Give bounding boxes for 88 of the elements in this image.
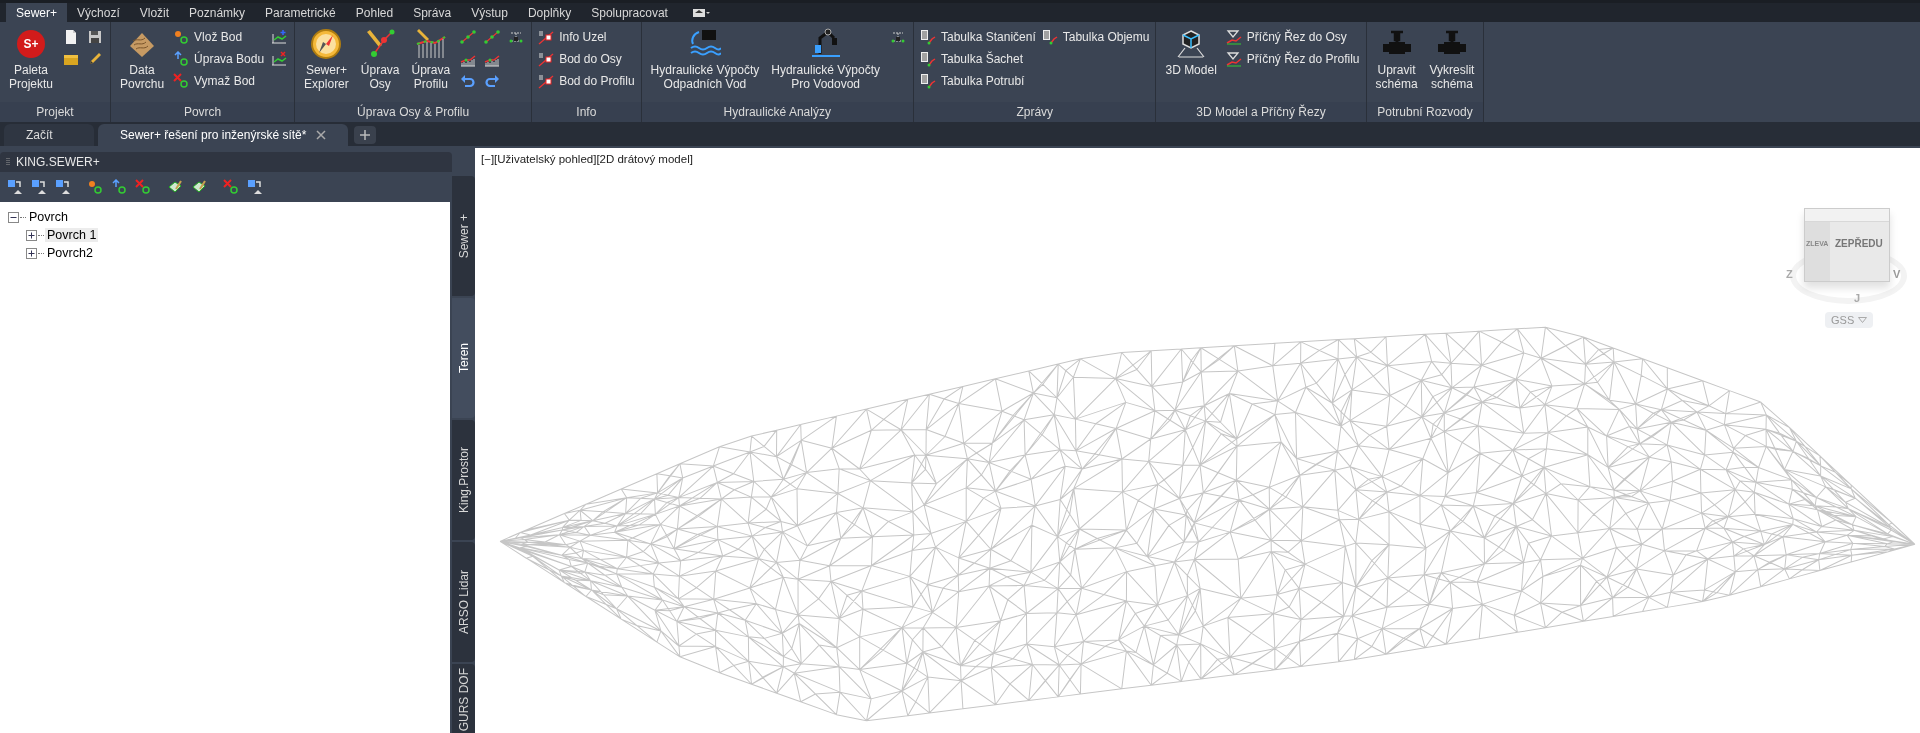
table-icon <box>920 29 936 45</box>
table-icon <box>920 51 936 67</box>
panel-title: 3D Model a Příčný Řezy <box>1156 102 1366 122</box>
cube-face-label[interactable]: ZEPŘEDU <box>1835 238 1883 249</box>
ribbon-button[interactable]: Příčný Řez do Osy <box>1225 28 1360 46</box>
palette-tab[interactable]: Sewer + <box>452 176 475 296</box>
caret-icon <box>1858 317 1868 323</box>
profile-button[interactable] <box>270 50 289 68</box>
import-button[interactable] <box>54 178 72 196</box>
ribbon-button[interactable]: Vymaž Bod <box>173 72 265 90</box>
new-tab-button[interactable] <box>354 126 377 144</box>
ribbon-button[interactable]: Příčný Řez do Profilu <box>1225 50 1360 68</box>
point-button[interactable] <box>222 178 240 196</box>
palette-tab[interactable]: King.Prostor <box>452 420 475 540</box>
palette-tab[interactable]: GURS DOF <box>452 664 475 733</box>
profile-button[interactable] <box>270 28 289 46</box>
panel-title: Info <box>532 102 641 122</box>
ribbon-button[interactable]: Upravit schéma <box>1372 26 1421 93</box>
table-icon <box>1041 29 1058 45</box>
import-button[interactable] <box>6 178 24 196</box>
pencil-icon <box>364 28 397 60</box>
plus-icon <box>360 130 371 140</box>
point-button[interactable] <box>110 178 128 196</box>
ribbon-button[interactable]: Tabulka Staničení <box>920 28 1036 46</box>
table-icon <box>920 73 936 89</box>
ribbon-tab[interactable]: Spolupracovat <box>581 3 678 22</box>
node-icon <box>538 51 555 67</box>
document-tab[interactable]: Sewer+ řešení pro inženýrské sítě* <box>98 124 349 146</box>
panel-title: Povrch <box>111 102 295 122</box>
ribbon-button[interactable]: Tabulka Objemu <box>1041 28 1150 46</box>
panel-title: Projekt <box>0 102 111 122</box>
panel-title: Zprávy <box>914 102 1156 122</box>
ribbon-tab[interactable]: Správa <box>403 3 462 22</box>
ribbon-tab[interactable]: Výstup <box>461 3 518 22</box>
ribbon-tab[interactable]: Pohled <box>345 3 404 22</box>
point-icon <box>173 29 190 45</box>
ribbon-button[interactable]: Bod do Osy <box>538 50 635 68</box>
ribbon-button[interactable]: Úprava Bodu <box>173 50 265 68</box>
redo-button[interactable] <box>483 72 502 90</box>
ribbon-button[interactable]: Data Povrchu <box>117 26 168 93</box>
ribbon-button[interactable]: Sewer+ Explorer <box>301 26 352 93</box>
ribbon-button[interactable]: Vlož Bod <box>173 28 265 46</box>
node-icon <box>538 29 555 45</box>
ribbon-button[interactable]: Info Uzel <box>538 28 635 46</box>
close-icon <box>316 130 327 140</box>
palette-tab[interactable]: Teren <box>452 298 475 418</box>
section-icon <box>1225 51 1242 67</box>
section-icon <box>1225 29 1242 45</box>
ribbon-button[interactable]: Hydraulické Výpočty Pro Vodovod <box>768 26 883 93</box>
ribbon-button[interactable]: Hydraulické Výpočty Odpadních Vod <box>647 26 763 93</box>
point-icon <box>173 51 190 67</box>
ribbon-button[interactable]: Úprava Osy <box>357 26 403 93</box>
ribbon-tab[interactable]: Parametrické <box>255 3 346 22</box>
point-icon <box>173 73 190 89</box>
ribbon-button[interactable]: Vykreslit schéma <box>1426 26 1478 93</box>
panel-title: Úprava Osy & Profilu <box>295 102 532 122</box>
ribbon-tab[interactable]: Vložit <box>129 3 180 22</box>
viewport-label[interactable]: [−][Uživatelský pohled][2D drátový model] <box>481 153 693 165</box>
pencil-icon <box>414 28 447 60</box>
grip-icon <box>6 157 10 167</box>
polyline-button[interactable] <box>459 28 478 46</box>
logo-icon: S+ <box>17 30 45 58</box>
document-tab[interactable]: Začít <box>4 124 94 146</box>
palette-tab[interactable]: ARSO Lidar <box>452 542 475 662</box>
polyline-button[interactable] <box>483 28 502 46</box>
ribbon-button[interactable]: 3D Model <box>1162 26 1220 79</box>
ribbon-button[interactable]: Úprava Profilu <box>408 26 454 93</box>
ribbon-button[interactable]: Tabulka Šachet <box>920 50 1036 68</box>
ribbon-tab[interactable]: Poznámky <box>179 3 256 22</box>
ribbon-button[interactable]: Tabulka Potrubí <box>920 72 1036 90</box>
ribbon-tab[interactable]: Výchozí <box>67 3 130 22</box>
tree-item[interactable]: Povrch <box>27 210 70 224</box>
ribbon-button[interactable]: S+ Paleta Projektu <box>6 26 57 93</box>
import-button[interactable] <box>30 178 48 196</box>
pump-icon <box>809 28 842 60</box>
point-button[interactable] <box>86 178 104 196</box>
tree-item[interactable]: Povrch 1 <box>45 228 99 242</box>
ribbon-tab[interactable]: Sewer+ <box>6 3 68 22</box>
ribbon-tab[interactable]: Doplňky <box>517 3 582 22</box>
panel-title: Potrubní Rozvody <box>1366 102 1484 122</box>
tree-item[interactable]: Povrch2 <box>45 246 95 260</box>
ribbon-button[interactable]: Bod do Profilu <box>538 72 635 90</box>
palette-title: KING.SEWER+ <box>16 155 100 169</box>
panel-title: Hydraulické Analýzy <box>641 102 913 122</box>
point-button[interactable] <box>134 178 152 196</box>
import-button[interactable] <box>246 178 264 196</box>
compass-icon <box>310 28 343 60</box>
node-icon <box>538 73 555 89</box>
